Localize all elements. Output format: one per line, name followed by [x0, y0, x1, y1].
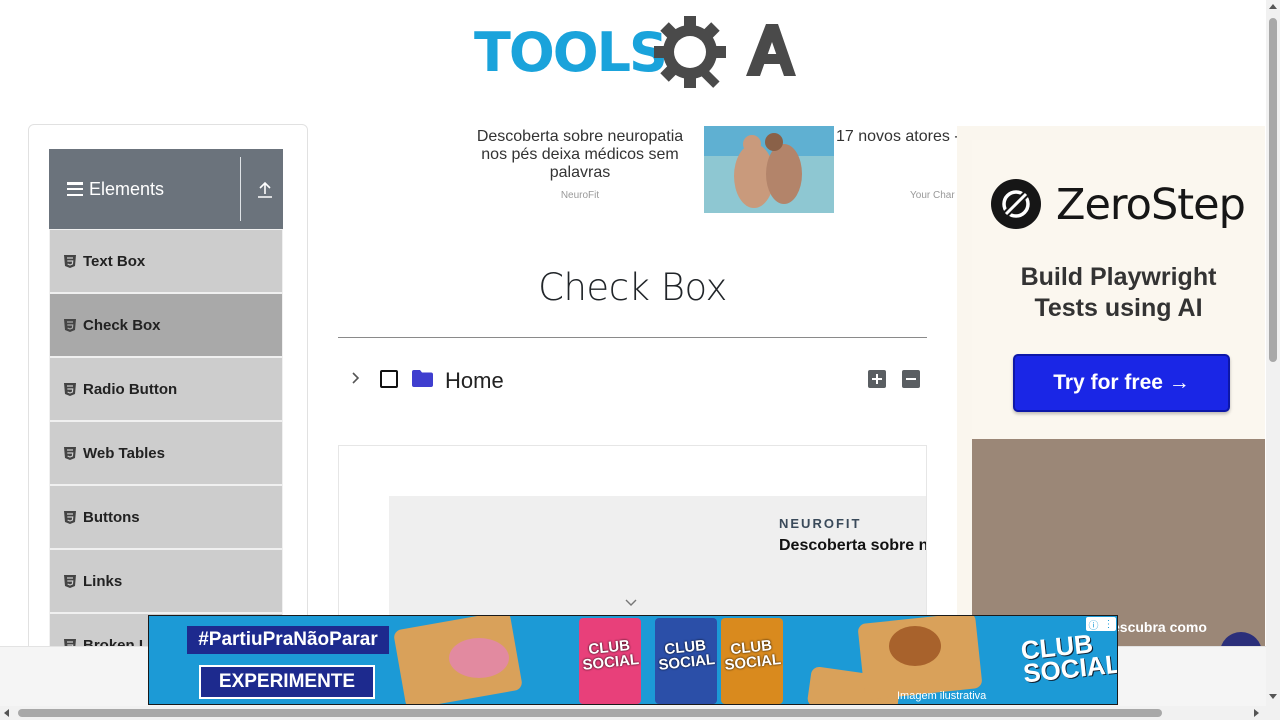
toolsqa-logo[interactable]: TOOLS: [474, 14, 796, 92]
caramel-spread-image: [889, 626, 941, 666]
sidebar-item-label: Buttons: [83, 508, 140, 526]
elements-menu: Text Box Check Box Radio Button Web Tabl…: [49, 229, 283, 677]
sidebar-item-label: Radio Button: [83, 380, 178, 398]
ad-source: Your Char: [910, 190, 955, 201]
plus-icon: [872, 374, 882, 384]
sidebar-item-buttons[interactable]: Buttons: [49, 485, 283, 549]
zerostep-logo-icon: [991, 179, 1041, 229]
adchoices-icon[interactable]: ⓘ ⋮: [1086, 617, 1116, 632]
chevron-down-icon[interactable]: [625, 599, 637, 607]
ad-headline[interactable]: Descoberta sobre neuropatia nos pés deix…: [470, 128, 690, 182]
beach-photo-image: [704, 126, 834, 213]
sidebar-item-label: Web Tables: [83, 444, 165, 462]
collapse-arrow-icon[interactable]: [257, 181, 273, 199]
sidebar-item-web-tables[interactable]: Web Tables: [49, 421, 283, 485]
banner-hashtag: #PartiuPraNãoParar: [187, 626, 389, 654]
sidebar-item-label: Text Box: [83, 252, 146, 270]
sidebar-item-check-box[interactable]: Check Box: [49, 293, 283, 357]
elements-group-header[interactable]: Elements: [49, 149, 283, 229]
info-icon: ⓘ: [1088, 620, 1099, 632]
zerostep-ad-panel: ZeroStep Build Playwright Tests using AI…: [972, 140, 1265, 439]
scroll-right-arrow[interactable]: [1254, 709, 1259, 717]
zerostep-brand-name: ZeroStep: [1056, 180, 1246, 230]
folder-icon: [412, 370, 433, 387]
try-for-free-button[interactable]: Try for free →: [1013, 354, 1230, 412]
html5-icon: [64, 382, 76, 396]
chevron-right-icon[interactable]: [348, 371, 362, 385]
product-pack: CLUB SOCIAL: [655, 618, 717, 704]
ad-photo[interactable]: [704, 126, 834, 213]
scroll-down-arrow[interactable]: [1269, 694, 1277, 699]
scroll-left-arrow[interactable]: [4, 709, 9, 717]
sidebar-item-label: Check Box: [83, 316, 161, 334]
pack-label: CLUB SOCIAL: [723, 636, 782, 674]
sidebar-item-links[interactable]: Links: [49, 549, 283, 613]
experimente-button[interactable]: EXPERIMENTE: [199, 665, 375, 699]
product-pack: CLUB SOCIAL: [579, 618, 641, 704]
ad-headline[interactable]: 17 novos atores - o número 8 v mulher: [836, 128, 966, 146]
ad-brand: NEUROFIT: [779, 516, 862, 531]
pink-cream-image: [449, 638, 509, 678]
sidebar-item-label: Links: [83, 572, 123, 590]
left-panel: Elements Text Box Check Box Radio Button: [28, 124, 308, 684]
html5-icon: [64, 574, 76, 588]
ad-source: NeuroFit: [560, 190, 600, 201]
zerostep-tagline: Build Playwright Tests using AI: [972, 262, 1265, 324]
close-icon[interactable]: ⋮: [1104, 619, 1114, 630]
tree-node-label[interactable]: Home: [445, 368, 504, 394]
expand-all-button[interactable]: [868, 370, 886, 388]
html5-icon: [64, 446, 76, 460]
html5-icon: [64, 510, 76, 524]
sidebar-item-radio-button[interactable]: Radio Button: [49, 357, 283, 421]
pack-label: CLUB SOCIAL: [581, 636, 640, 674]
tagline-line-1: Build Playwright: [1020, 263, 1217, 291]
header-divider: [240, 157, 241, 221]
vertical-scroll-thumb[interactable]: [1269, 18, 1277, 362]
scroll-up-arrow[interactable]: [1269, 4, 1277, 9]
sidebar-item-text-box[interactable]: Text Box: [49, 229, 283, 293]
page: TOOLS Elements Text Box Check Box Radio …: [0, 0, 1280, 720]
horizontal-scrollbar[interactable]: [0, 706, 1280, 720]
pack-label: CLUB SOCIAL: [657, 636, 716, 674]
html5-icon: [64, 254, 76, 268]
home-checkbox[interactable]: [380, 370, 398, 388]
vertical-scrollbar[interactable]: [1266, 0, 1280, 706]
html5-icon: [64, 318, 76, 332]
minus-icon: [906, 378, 916, 380]
horizontal-scroll-thumb[interactable]: [18, 709, 1162, 717]
logo-text-tools: TOOLS: [474, 21, 668, 84]
banner-disclaimer: Imagem ilustrativa: [897, 690, 987, 702]
gear-icon: [654, 16, 796, 88]
club-social-banner-ad[interactable]: #PartiuPraNãoParar EXPERIMENTE CLUB SOCI…: [148, 615, 1118, 705]
page-title: Check Box: [538, 266, 727, 309]
group-title: Elements: [89, 178, 165, 199]
collapse-all-button[interactable]: [902, 370, 920, 388]
title-divider: [338, 337, 927, 338]
hamburger-icon: [67, 182, 83, 196]
tree-node-home: Home: [346, 366, 926, 394]
club-social-logo: CLUB SOCIAL: [1019, 628, 1118, 689]
zerostep-ad[interactable]: ZeroStep Build Playwright Tests using AI…: [957, 126, 1265, 646]
ad-headline[interactable]: Descoberta sobre ne: [779, 537, 926, 555]
product-pack: CLUB SOCIAL: [721, 618, 783, 704]
tagline-line-2: Tests using AI: [1034, 294, 1203, 322]
ad-caption: escubra como: [1112, 619, 1207, 635]
